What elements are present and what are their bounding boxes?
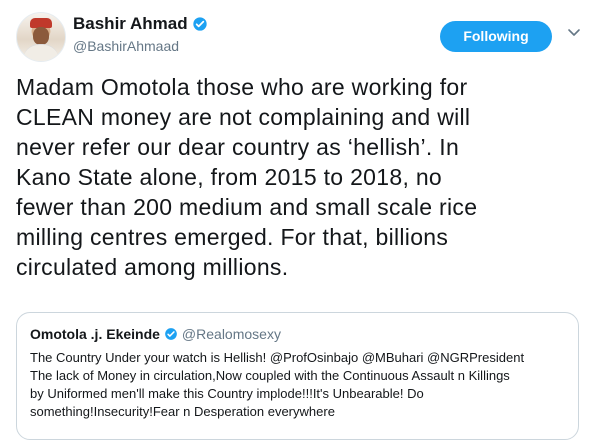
avatar[interactable] xyxy=(16,12,66,62)
verified-badge-icon xyxy=(164,327,178,341)
quoted-author-name: Omotola .j. Ekeinde xyxy=(30,326,160,342)
verified-badge-icon xyxy=(192,16,208,32)
author-handle[interactable]: @BashirAhmaad xyxy=(73,37,179,55)
quoted-tweet-text: The Country Under your watch is Hellish!… xyxy=(30,350,525,419)
quoted-tweet[interactable]: Omotola .j. Ekeinde @Realomosexy The Cou… xyxy=(16,312,579,440)
quoted-author-handle: @Realomosexy xyxy=(181,326,281,342)
avatar-robe xyxy=(23,44,59,61)
author-name[interactable]: Bashir Ahmad xyxy=(73,14,188,34)
avatar-face xyxy=(33,27,49,45)
quoted-tweet-header: Omotola .j. Ekeinde @Realomosexy xyxy=(30,325,565,343)
following-button[interactable]: Following xyxy=(440,21,552,52)
chevron-down-icon[interactable] xyxy=(566,24,582,40)
author-name-row[interactable]: Bashir Ahmad xyxy=(73,14,208,34)
tweet-header: Bashir Ahmad @BashirAhmaad Following xyxy=(16,12,581,62)
tweet-text: Madam Omotola those who are working for … xyxy=(16,74,478,280)
